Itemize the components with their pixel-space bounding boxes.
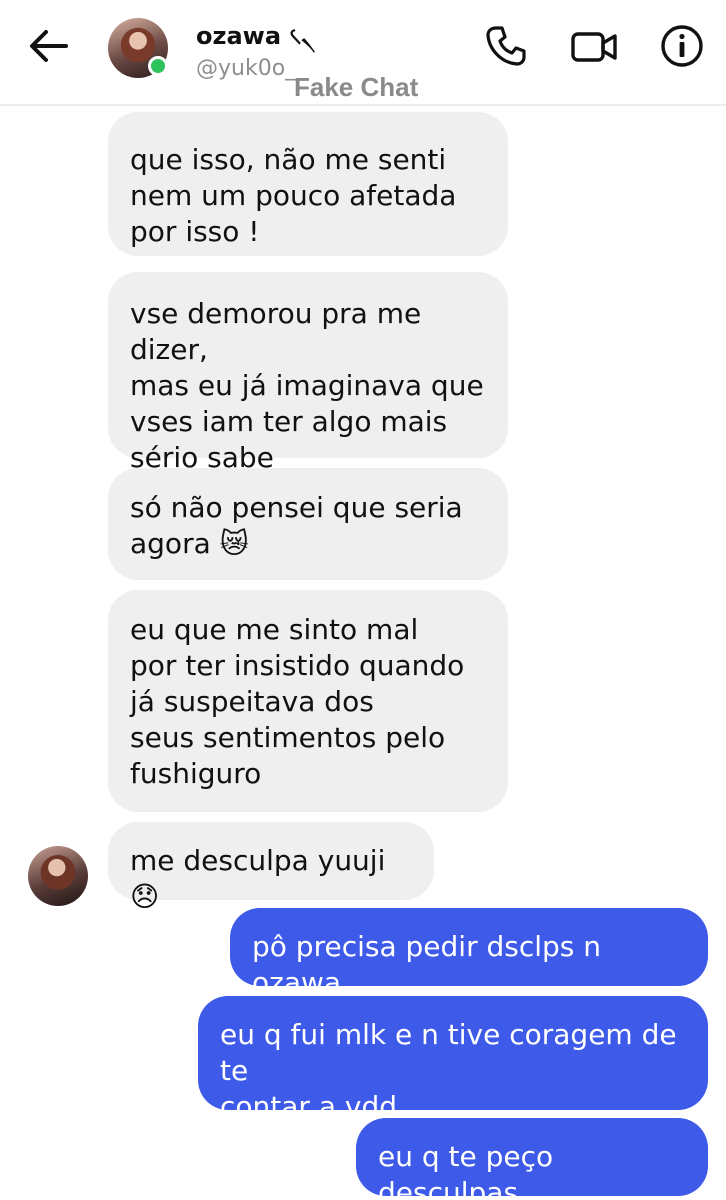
video-call-button[interactable] xyxy=(570,22,618,70)
call-button[interactable] xyxy=(482,22,530,70)
info-icon xyxy=(661,25,703,67)
contact-name[interactable]: ozawa ৻৲ xyxy=(196,18,316,58)
video-camera-icon xyxy=(571,32,617,62)
outgoing-message[interactable]: pô precisa pedir dsclps n ozawa xyxy=(230,908,708,999)
incoming-message[interactable]: só não pensei que seria agora 😿 xyxy=(108,468,508,580)
message-text: eu que me sinto mal por ter insistido qu… xyxy=(130,613,465,790)
phone-icon xyxy=(486,26,526,66)
chat-header: ozawa ৻৲ @yuk0o_ Fake Chat xyxy=(0,0,726,106)
message-list[interactable]: que isso, não me senti nem um pouco afet… xyxy=(0,106,726,1200)
message-text: vse demorou pra me dizer, mas eu já imag… xyxy=(130,297,484,474)
message-text: me desculpa yuuji 😞 xyxy=(130,844,386,913)
arrow-left-icon xyxy=(30,30,68,62)
incoming-message[interactable]: vse demorou pra me dizer, mas eu já imag… xyxy=(108,272,508,474)
message-text: que isso, não me senti nem um pouco afet… xyxy=(130,143,457,248)
sender-avatar[interactable] xyxy=(28,846,88,906)
incoming-message[interactable]: que isso, não me senti nem um pouco afet… xyxy=(108,112,508,256)
outgoing-message[interactable]: eu q te peço desculpas xyxy=(356,1118,708,1200)
contact-handle: @yuk0o_ xyxy=(196,56,297,81)
message-text: só não pensei que seria agora 😿 xyxy=(130,491,463,560)
online-status-indicator xyxy=(148,56,168,76)
incoming-message[interactable]: eu que me sinto mal por ter insistido qu… xyxy=(108,590,508,812)
incoming-message[interactable]: me desculpa yuuji 😞 xyxy=(108,822,434,913)
watermark: Fake Chat xyxy=(294,72,419,102)
back-button[interactable] xyxy=(26,26,70,66)
message-text: eu q te peço desculpas xyxy=(378,1140,554,1200)
message-text: eu q fui mlk e n tive coragem de te cont… xyxy=(220,1018,677,1123)
outgoing-message[interactable]: eu q fui mlk e n tive coragem de te cont… xyxy=(198,996,708,1123)
info-button[interactable] xyxy=(658,22,706,70)
message-text: pô precisa pedir dsclps n ozawa xyxy=(252,930,602,999)
